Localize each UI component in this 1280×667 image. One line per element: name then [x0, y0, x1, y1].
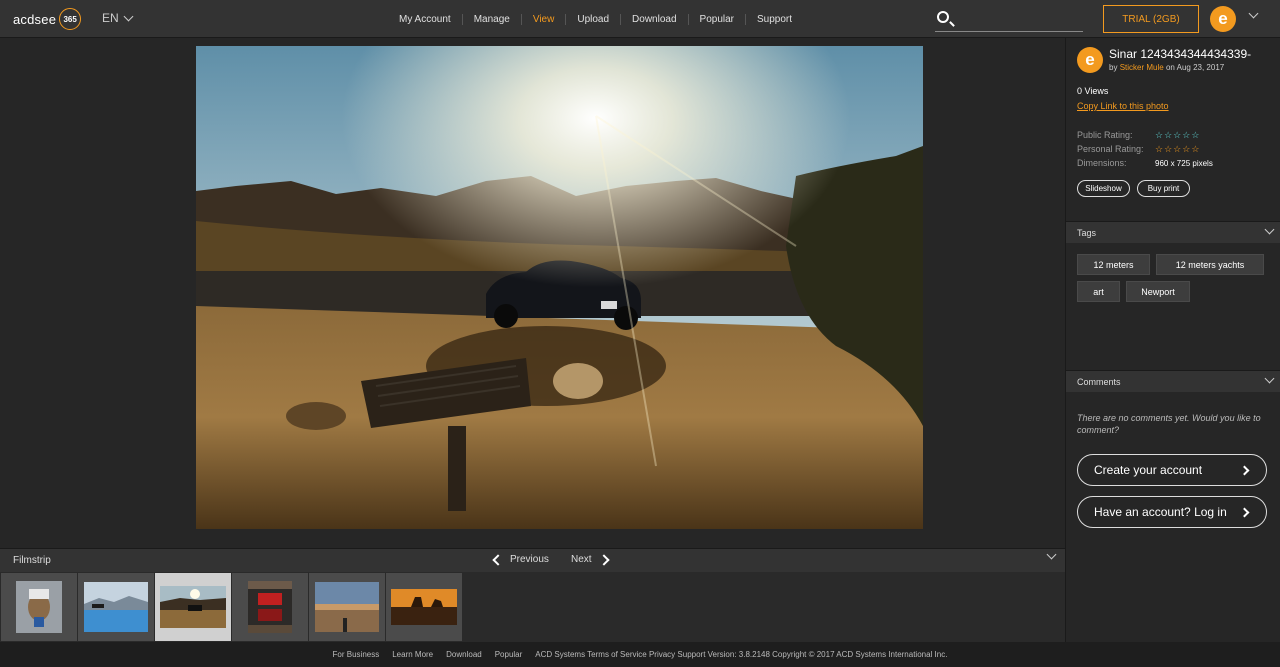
footer-link-download[interactable]: Download — [446, 650, 482, 659]
thumb-image — [315, 582, 379, 632]
nav-support[interactable]: Support — [745, 13, 803, 25]
star-icon: ☆ — [1164, 130, 1173, 140]
tag-chip[interactable]: 12 meters — [1077, 254, 1150, 275]
comments-section-header[interactable]: Comments — [1066, 370, 1280, 392]
photo-byline: by Sticker Mule on Aug 23, 2017 — [1109, 63, 1224, 72]
personal-rating-label: Personal Rating: — [1077, 144, 1144, 154]
photo-date: Aug 23, 2017 — [1176, 63, 1225, 72]
date-prefix: on — [1165, 63, 1175, 72]
nav-download[interactable]: Download — [620, 13, 687, 25]
filmstrip — [0, 572, 1065, 642]
nav-view[interactable]: View — [520, 13, 566, 25]
acdsee-logo[interactable]: acdsee 365 — [13, 8, 82, 30]
logo-text: acdsee — [13, 11, 57, 27]
buy-print-button[interactable]: Buy print — [1137, 180, 1190, 197]
create-account-label: Create your account — [1094, 463, 1203, 477]
footer-link-for-business[interactable]: For Business — [333, 650, 380, 659]
nav-popular[interactable]: Popular — [687, 13, 745, 25]
view-count: 0 Views — [1077, 86, 1109, 96]
thumb-image — [160, 586, 226, 628]
chevron-down-icon — [123, 11, 134, 21]
author-link[interactable]: Sticker Mule — [1120, 63, 1164, 72]
next-button[interactable]: Next — [571, 553, 610, 566]
filmstrip-collapse-chevron-icon[interactable] — [1046, 549, 1057, 560]
dimensions-label: Dimensions: — [1077, 158, 1127, 168]
copy-link[interactable]: Copy Link to this photo — [1077, 101, 1169, 111]
nav-upload[interactable]: Upload — [565, 13, 620, 25]
login-label: Have an account? Log in — [1094, 505, 1227, 519]
search-input[interactable] — [957, 10, 1077, 28]
chevron-right-icon — [1239, 465, 1250, 476]
tag-chip[interactable]: art — [1077, 281, 1120, 302]
language-selector[interactable]: EN — [102, 11, 134, 25]
footer: For Business Learn More Download Popular… — [0, 642, 1280, 667]
tags-heading: Tags — [1077, 228, 1097, 238]
next-label: Next — [571, 554, 592, 565]
chevron-down-icon — [1264, 224, 1275, 235]
filmstrip-thumb-sunset[interactable] — [386, 573, 462, 641]
footer-link-popular[interactable]: Popular — [495, 650, 523, 659]
star-icon[interactable]: ☆ — [1164, 145, 1172, 154]
photo-viewer — [0, 38, 1065, 548]
slideshow-button[interactable]: Slideshow — [1077, 180, 1130, 197]
dimensions-value: 960 x 725 pixels — [1155, 159, 1213, 168]
photo-info-panel: e Sinar 1243434344434339- by Sticker Mul… — [1065, 38, 1280, 642]
chevron-right-icon — [1239, 507, 1250, 518]
logo-badge: 365 — [59, 8, 82, 30]
star-icon[interactable]: ☆ — [1182, 145, 1190, 154]
tag-chip[interactable]: Newport — [1126, 281, 1190, 302]
previous-button[interactable]: Previous — [492, 553, 549, 566]
no-comments-text: There are no comments yet. Would you lik… — [1077, 413, 1261, 435]
thumb-image — [16, 581, 62, 633]
tags-list: 12 meters 12 meters yachts art Newport — [1066, 243, 1280, 370]
filmstrip-thumb-city[interactable] — [309, 573, 385, 641]
footer-copyright: ACD Systems Terms of Service Privacy Sup… — [535, 650, 948, 659]
filmstrip-thumb-red-car[interactable] — [232, 573, 308, 641]
comments-body: There are no comments yet. Would you lik… — [1066, 392, 1280, 642]
star-icon[interactable]: ☆ — [1155, 145, 1163, 154]
thumb-image — [84, 582, 148, 632]
main-photo[interactable] — [196, 46, 923, 529]
account-menu-chevron-icon[interactable] — [1248, 8, 1259, 19]
search-box — [935, 8, 1083, 32]
owner-avatar[interactable]: e — [1077, 47, 1103, 73]
thumb-image — [248, 581, 292, 633]
photo-image — [196, 46, 923, 529]
main-nav: My Account Manage View Upload Download P… — [388, 0, 803, 38]
trial-button[interactable]: TRIAL (2GB) — [1103, 5, 1199, 33]
public-rating-stars: ☆ ☆ ☆ ☆ ☆ — [1155, 131, 1199, 140]
arrow-left-icon — [492, 553, 504, 566]
footer-link-learn-more[interactable]: Learn More — [392, 650, 433, 659]
photo-title: Sinar 1243434344434339- — [1109, 47, 1252, 61]
search-icon[interactable] — [937, 11, 949, 23]
filmstrip-thumb-desert-car[interactable] — [155, 573, 231, 641]
by-prefix: by — [1109, 63, 1118, 72]
public-rating-label: Public Rating: — [1077, 130, 1133, 140]
star-icon: ☆ — [1155, 130, 1164, 140]
star-icon[interactable]: ☆ — [1173, 145, 1181, 154]
create-account-button[interactable]: Create your account — [1077, 454, 1267, 486]
chevron-down-icon — [1264, 373, 1275, 384]
account-avatar[interactable]: e — [1210, 6, 1236, 32]
nav-manage[interactable]: Manage — [461, 13, 521, 25]
comments-heading: Comments — [1077, 377, 1121, 387]
nav-my-account[interactable]: My Account — [388, 14, 462, 25]
star-icon[interactable]: ☆ — [1191, 145, 1199, 154]
arrow-right-icon — [597, 553, 610, 566]
login-button[interactable]: Have an account? Log in — [1077, 496, 1267, 528]
filmstrip-thumb-lake[interactable] — [78, 573, 154, 641]
filmstrip-thumb-dog[interactable] — [1, 573, 77, 641]
star-icon: ☆ — [1173, 130, 1182, 140]
star-icon: ☆ — [1182, 130, 1191, 140]
filmstrip-bar: Filmstrip Previous Next — [0, 548, 1065, 572]
star-icon: ☆ — [1191, 130, 1200, 140]
tags-section-header[interactable]: Tags — [1066, 221, 1280, 243]
tag-chip[interactable]: 12 meters yachts — [1156, 254, 1264, 275]
language-label: EN — [102, 11, 119, 25]
top-bar: acdsee 365 EN My Account Manage View Upl… — [0, 0, 1280, 38]
thumb-image — [391, 589, 457, 625]
previous-label: Previous — [510, 554, 549, 565]
personal-rating-stars[interactable]: ☆ ☆ ☆ ☆ ☆ — [1155, 145, 1199, 154]
filmstrip-label: Filmstrip — [13, 555, 51, 566]
